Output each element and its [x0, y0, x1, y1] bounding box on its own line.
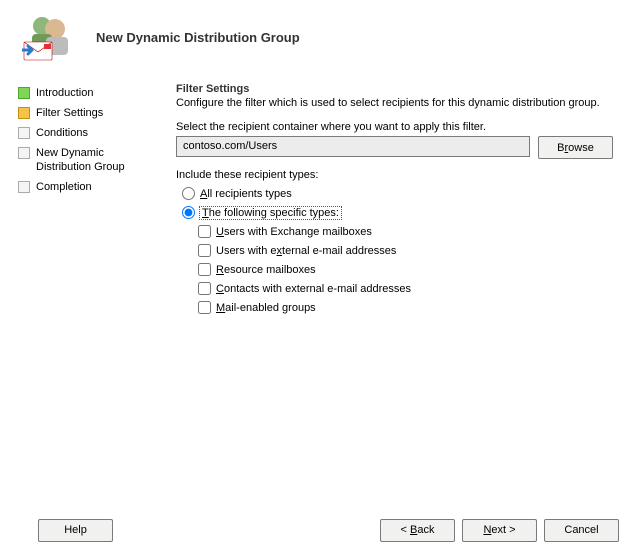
browse-button[interactable]: Browse [538, 136, 613, 159]
check-exchange-mailboxes-input[interactable] [198, 225, 211, 238]
step-status-icon [18, 87, 30, 99]
check-external-users-label: Users with external e-mail addresses [216, 245, 396, 257]
recipient-container-field: contoso.com/Users [176, 136, 530, 157]
panel-description: Configure the filter which is used to se… [176, 97, 613, 109]
container-label: Select the recipient container where you… [176, 121, 613, 133]
back-label: < Back [401, 524, 435, 536]
back-button[interactable]: < Back [380, 519, 455, 542]
check-external-users[interactable]: Users with external e-mail addresses [198, 242, 613, 259]
panel-title: Filter Settings [176, 83, 613, 95]
check-contacts-external-input[interactable] [198, 282, 211, 295]
sidebar-item-conditions: Conditions [18, 123, 158, 143]
check-external-users-input[interactable] [198, 244, 211, 257]
next-button[interactable]: Next > [462, 519, 537, 542]
radio-all-recipients-label: AAll recipients typesll recipients types [200, 188, 292, 200]
check-mail-enabled-groups[interactable]: Mail-enabled groups [198, 299, 613, 316]
browse-label: Browse [557, 142, 594, 154]
sidebar-item-filter-settings: Filter Settings [18, 103, 158, 123]
check-mail-enabled-groups-label: Mail-enabled groups [216, 302, 316, 314]
wizard-sidebar: Introduction Filter Settings Conditions … [18, 75, 158, 495]
check-mail-enabled-groups-input[interactable] [198, 301, 211, 314]
wizard-footer: Help < Back Next > Cancel [0, 504, 637, 556]
check-contacts-external[interactable]: Contacts with external e-mail addresses [198, 280, 613, 297]
sidebar-item-label: New Dynamic Distribution Group [36, 146, 158, 174]
sidebar-item-label: Introduction [36, 86, 93, 100]
sidebar-item-introduction: Introduction [18, 83, 158, 103]
wizard-title: New Dynamic Distribution Group [96, 30, 300, 45]
radio-specific-types[interactable]: The following specific types: [182, 204, 613, 221]
check-exchange-mailboxes[interactable]: Users with Exchange mailboxes [198, 223, 613, 240]
wizard-header: New Dynamic Distribution Group [0, 0, 637, 75]
radio-specific-types-label: The following specific types: [200, 207, 341, 219]
sidebar-item-completion: Completion [18, 177, 158, 197]
radio-all-recipients[interactable]: AAll recipients typesll recipients types [182, 185, 613, 202]
next-label: Next > [483, 524, 515, 536]
help-button[interactable]: Help [38, 519, 113, 542]
wizard-main-panel: Filter Settings Configure the filter whi… [158, 75, 619, 495]
cancel-button[interactable]: Cancel [544, 519, 619, 542]
check-exchange-mailboxes-label: Users with Exchange mailboxes [216, 226, 372, 238]
step-status-icon [18, 107, 30, 119]
radio-specific-types-input[interactable] [182, 206, 195, 219]
check-contacts-external-label: Contacts with external e-mail addresses [216, 283, 411, 295]
include-types-label: Include these recipient types: [176, 169, 613, 181]
sidebar-item-new-dynamic-distribution-group: New Dynamic Distribution Group [18, 143, 158, 177]
sidebar-item-label: Conditions [36, 126, 88, 140]
step-status-icon [18, 127, 30, 139]
wizard-icon [22, 12, 76, 62]
check-resource-mailboxes-input[interactable] [198, 263, 211, 276]
step-status-icon [18, 181, 30, 193]
step-status-icon [18, 147, 30, 159]
radio-all-recipients-input[interactable] [182, 187, 195, 200]
sidebar-item-label: Filter Settings [36, 106, 103, 120]
check-resource-mailboxes-label: Resource mailboxes [216, 264, 316, 276]
check-resource-mailboxes[interactable]: Resource mailboxes [198, 261, 613, 278]
sidebar-item-label: Completion [36, 180, 92, 194]
